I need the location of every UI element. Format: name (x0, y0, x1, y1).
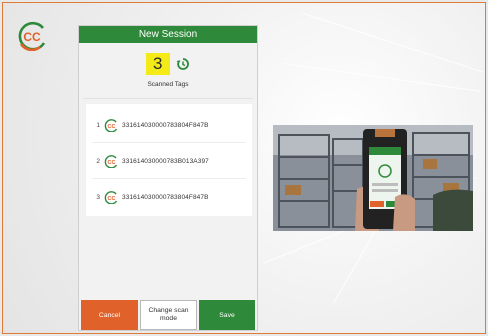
list-item[interactable]: 3 CC 331614030000783804F847B (86, 188, 252, 206)
row-divider (92, 178, 246, 179)
slide-frame: CC New Session 3 Scanned Tags 1 CC 33161… (2, 2, 486, 334)
tag-list: 1 CC 331614030000783804F847B 2 CC 331614… (86, 104, 252, 216)
action-bar: Cancel Change scan mode Save (81, 300, 255, 330)
cancel-button[interactable]: Cancel (81, 300, 138, 330)
row-divider (92, 142, 246, 143)
tag-id: 331614030000783804F847B (122, 121, 209, 129)
svg-text:CC: CC (108, 196, 116, 202)
change-scan-mode-button[interactable]: Change scan mode (140, 300, 197, 330)
tag-index: 2 (96, 157, 100, 165)
scanned-tags-label: Scanned Tags (147, 81, 189, 88)
handheld-scanner-image (273, 125, 473, 231)
cc-tag-icon: CC (104, 190, 118, 204)
background-line (282, 63, 482, 92)
save-button[interactable]: Save (199, 300, 255, 330)
tag-id: 331614030000783804F847B (122, 193, 209, 201)
tag-index: 1 (96, 121, 100, 129)
svg-text:CC: CC (23, 30, 41, 44)
list-item[interactable]: 1 CC 331614030000783804F847B (86, 116, 252, 134)
tag-index: 3 (96, 193, 100, 201)
background-line (302, 13, 484, 73)
app-screen: New Session 3 Scanned Tags 1 CC 33161403… (78, 25, 258, 331)
history-icon[interactable] (176, 57, 190, 71)
cc-logo-icon: CC (18, 21, 46, 51)
warehouse-photo (273, 125, 473, 231)
svg-text:CC: CC (108, 124, 116, 130)
tag-id: 331614030000783B013A397 (122, 157, 209, 165)
cc-tag-icon: CC (104, 154, 118, 168)
scan-count: 3 (145, 53, 170, 75)
list-item[interactable]: 2 CC 331614030000783B013A397 (86, 152, 252, 170)
divider (83, 98, 253, 99)
scan-count-row: 3 (79, 53, 257, 75)
cc-tag-icon: CC (104, 118, 118, 132)
svg-text:CC: CC (108, 160, 116, 166)
session-title: New Session (79, 26, 257, 43)
